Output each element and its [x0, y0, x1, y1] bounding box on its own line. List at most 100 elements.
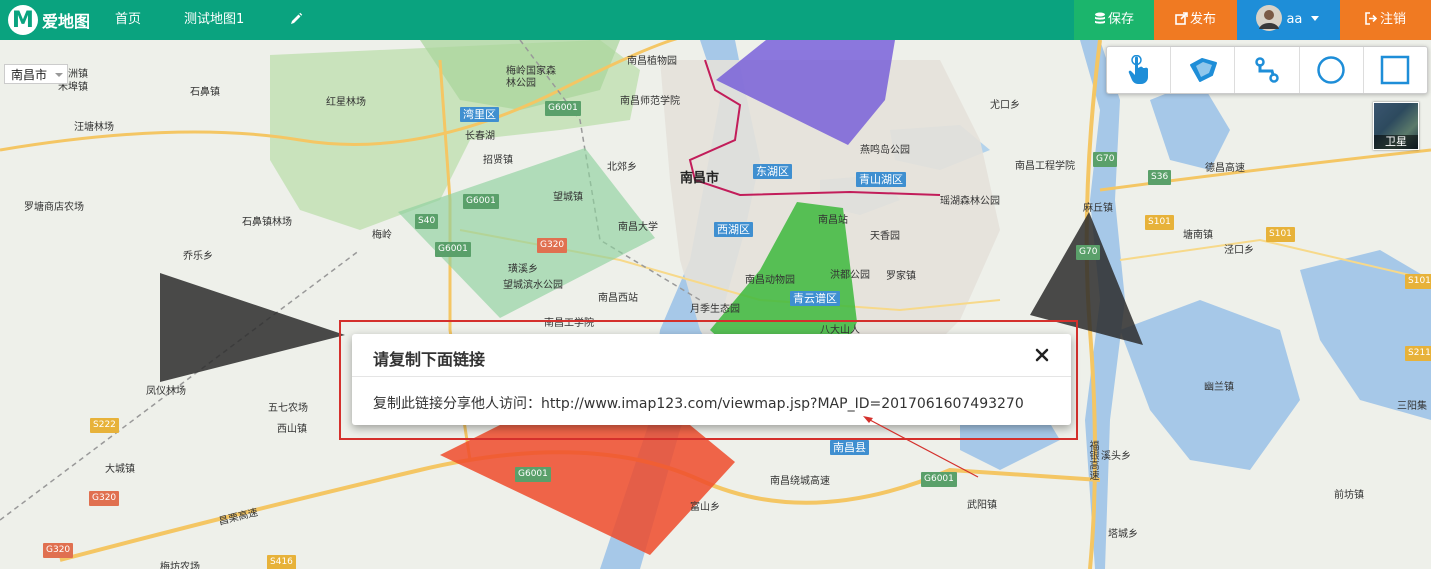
district-label: 青云谱区	[790, 291, 840, 306]
map-label: 招贤镇	[483, 155, 513, 166]
map-label: 石鼻镇	[190, 87, 220, 98]
map-label: 大城镇	[105, 464, 135, 475]
share-link-text[interactable]: 复制此链接分享他人访问：http://www.imap123.com/viewm…	[373, 393, 1024, 413]
map-label: 梅岭	[372, 230, 392, 241]
logo-mark: M	[8, 5, 38, 35]
map-label: 前坊镇	[1334, 490, 1364, 501]
map-label: 璜溪乡	[508, 264, 538, 275]
district-label: 西湖区	[714, 222, 753, 237]
caret-down-icon	[1310, 16, 1319, 21]
map-label: 塘南镇	[1183, 230, 1213, 241]
map-label: 武阳镇	[967, 500, 997, 511]
map-label: 月季生态园	[690, 304, 740, 315]
map-label: 三阳集	[1397, 401, 1427, 412]
logo-text: 爱地图	[42, 12, 91, 31]
map-label: 瑶湖森林公园	[940, 196, 1000, 207]
map-label: 西山镇	[277, 424, 307, 435]
map-label: 石鼻镇林场	[242, 217, 292, 228]
save-button[interactable]: 保存	[1074, 0, 1154, 40]
highway-shield: G320	[89, 491, 120, 506]
publish-button[interactable]: 发布	[1154, 0, 1237, 40]
highway-shield: G70	[1093, 152, 1118, 167]
map-label: 红星林场	[326, 97, 366, 108]
highway-shield: S101	[1405, 274, 1431, 289]
district-label: 东湖区	[753, 164, 792, 179]
highway-shield: G6001	[435, 242, 471, 257]
app-logo[interactable]: M 爱地图	[8, 5, 90, 35]
circle-icon	[1317, 56, 1345, 84]
tool-pointer[interactable]	[1107, 47, 1172, 93]
map-title[interactable]: 测试地图1	[184, 0, 244, 40]
publish-label: 发布	[1189, 12, 1216, 27]
map-label: 罗塘商店农场	[24, 202, 84, 213]
logout-label: 注销	[1379, 12, 1406, 27]
satellite-label: 卫星	[1374, 135, 1418, 149]
dialog-header: 请复制下面链接	[352, 334, 1071, 377]
map-label: 富山乡	[690, 502, 720, 513]
save-label: 保存	[1107, 12, 1134, 27]
map-label: 南昌动物园	[745, 275, 795, 286]
map-label: 南昌站	[818, 215, 848, 226]
district-label: 青山湖区	[856, 172, 906, 187]
map-label: 梅岭国家森林公园	[506, 66, 556, 89]
highway-shield: S101	[1266, 227, 1295, 242]
rectangle-icon	[1381, 55, 1410, 85]
highway-shield: G320	[537, 238, 568, 253]
map-label: 罗家镇	[886, 271, 916, 282]
map-label: 望城滨水公园	[503, 280, 563, 291]
map-label: 凤仪林场	[146, 386, 186, 397]
district-label: 南昌县	[830, 440, 869, 455]
highway-shield: S222	[90, 418, 119, 433]
highway-shield: S416	[267, 555, 296, 569]
tool-polyline[interactable]	[1235, 47, 1300, 93]
database-icon	[1094, 12, 1105, 24]
map-label: 天香园	[870, 231, 900, 242]
map-label: 望城镇	[553, 192, 583, 203]
highway-shield: G6001	[921, 472, 957, 487]
logout-button[interactable]: 注销	[1340, 0, 1431, 40]
map-label: 乔乐乡	[183, 251, 213, 262]
pencil-icon[interactable]	[289, 12, 303, 26]
city-select[interactable]: 南昌市	[4, 64, 68, 84]
top-bar: M 爱地图 首页 测试地图1 保存 发布 aa 注销	[0, 0, 1431, 40]
highway-shield: S211	[1405, 346, 1431, 361]
map-label-city: 南昌市	[680, 171, 720, 186]
external-link-icon	[1175, 12, 1188, 25]
district-label: 湾里区	[460, 107, 499, 122]
highway-shield: S101	[1145, 215, 1174, 230]
nav-home-link[interactable]: 首页	[115, 0, 141, 40]
map-label: 北郊乡	[607, 162, 637, 173]
pointer-hand-icon	[1128, 55, 1148, 84]
map-label: 尤口乡	[990, 100, 1020, 111]
polyline-icon	[1255, 57, 1279, 83]
drawn-polygon-red[interactable]	[440, 425, 735, 555]
highway-shield: G6001	[515, 467, 551, 482]
satellite-toggle[interactable]: 卫星	[1373, 102, 1419, 150]
map-label: 汪塘林场	[74, 122, 114, 133]
chevron-down-icon	[55, 73, 63, 77]
user-menu[interactable]: aa	[1237, 0, 1340, 40]
sign-out-icon	[1365, 12, 1378, 25]
map-label: 幽兰镇	[1204, 382, 1234, 393]
tool-circle[interactable]	[1300, 47, 1364, 93]
map-label: 燕鸣岛公园	[860, 145, 910, 156]
tool-rectangle[interactable]	[1364, 47, 1427, 93]
city-select-value: 南昌市	[11, 68, 48, 82]
highway-shield: S36	[1148, 170, 1172, 185]
user-name: aa	[1286, 12, 1303, 27]
map-label: 长春湖	[465, 131, 495, 142]
map-label-road: 福银高速	[1087, 440, 1098, 480]
map-label: 泾口乡	[1224, 245, 1254, 256]
tool-polygon[interactable]	[1171, 47, 1236, 93]
map-label: 溪头乡	[1101, 451, 1131, 462]
map-label: 麻丘镇	[1083, 203, 1113, 214]
close-icon[interactable]	[1035, 348, 1049, 362]
highway-shield: S40	[415, 214, 439, 229]
map-label: 南昌西站	[598, 293, 638, 304]
drawn-triangle-dark-left[interactable]	[160, 273, 345, 382]
highway-shield: G6001	[463, 194, 499, 209]
map-label-road: 南昌绕城高速	[770, 476, 830, 487]
map-canvas[interactable]: 东洲镇 禾埠镇 石鼻镇 红星林场 梅岭国家森林公园 南昌植物园 南昌师范学院 汪…	[0, 40, 1431, 569]
map-label: 洪都公园	[830, 270, 870, 281]
drawing-toolbox	[1106, 46, 1428, 94]
